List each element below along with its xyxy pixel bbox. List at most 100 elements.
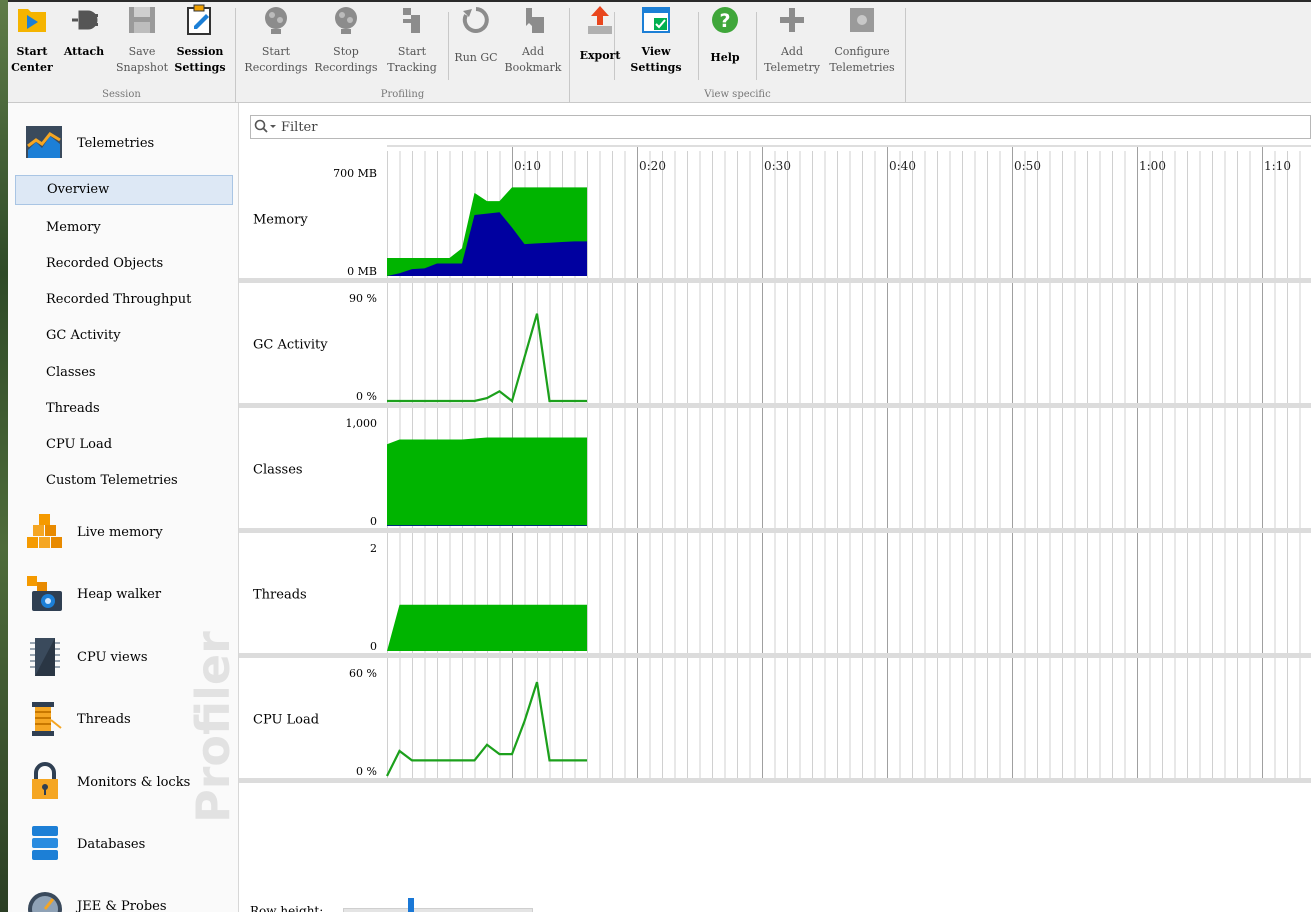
- time-tick-label: 0:10: [514, 159, 541, 173]
- area-series-secondary: [387, 525, 587, 526]
- sidebar-section-label: Monitors & locks: [77, 774, 191, 790]
- attach-label: Attach: [63, 45, 105, 58]
- sidebar-item-recorded-objects[interactable]: Recorded Objects: [15, 249, 233, 279]
- start-tracking-icon: [395, 4, 429, 36]
- group-label-session: Session: [102, 89, 141, 100]
- stop-recordings-label: Stop Recordings: [314, 45, 378, 74]
- session-settings-button[interactable]: Session Settings: [174, 4, 226, 84]
- row-ymax-label: 1,000: [346, 417, 378, 430]
- toolbar-separator: [698, 12, 699, 80]
- attach-button[interactable]: Attach: [60, 4, 108, 84]
- start-center-button[interactable]: Start Center: [8, 4, 56, 84]
- save-disk-icon: [125, 4, 159, 36]
- view-settings-label: View Settings: [630, 45, 682, 74]
- row-ymax-label: 700 MB: [333, 167, 377, 180]
- sidebar-section-label: Telemetries: [77, 135, 155, 151]
- database-icon: [32, 826, 58, 860]
- sidebar-section-jee-probes[interactable]: JEE & Probes: [8, 880, 238, 912]
- time-tick-label: 1:10: [1264, 159, 1291, 173]
- sidebar-item-memory[interactable]: Memory: [15, 213, 233, 243]
- product-watermark: Profiler: [186, 631, 239, 823]
- navigation-sidebar: Telemetries Overview Memory Recorded Obj…: [8, 103, 239, 912]
- search-icon: [254, 119, 276, 133]
- sidebar-section-telemetries[interactable]: Telemetries: [8, 117, 238, 169]
- profiler-window: Session Profiling View specific Start Ce…: [0, 0, 1311, 912]
- sidebar-item-custom-telemetries[interactable]: Custom Telemetries: [15, 466, 233, 496]
- view-settings-button[interactable]: View Settings: [630, 4, 682, 84]
- configure-telemetries-button[interactable]: Configure Telemetries: [826, 4, 898, 84]
- row-height-label: Row height:: [250, 904, 324, 912]
- add-bookmark-icon: [516, 4, 550, 36]
- row-height-slider-thumb[interactable]: [408, 898, 415, 912]
- start-center-label: Start Center: [11, 45, 53, 74]
- gauge-icon: [28, 892, 62, 912]
- row-separator: [239, 653, 1311, 658]
- live-memory-cubes-icon: [27, 514, 62, 548]
- save-snapshot-label: Save Snapshot: [116, 45, 168, 74]
- sidebar-item-recorded-throughput[interactable]: Recorded Throughput: [15, 285, 233, 315]
- run-gc-button[interactable]: Run GC: [454, 4, 498, 84]
- stop-recordings-button[interactable]: Stop Recordings: [314, 4, 378, 84]
- start-tracking-button[interactable]: Start Tracking: [383, 4, 441, 84]
- row-ymax-label: 90 %: [349, 292, 377, 305]
- heap-walker-camera-icon: [27, 576, 62, 611]
- row-ymin-label: 0 %: [356, 765, 377, 778]
- sidebar-section-label: CPU views: [77, 649, 148, 665]
- add-telemetry-button[interactable]: Add Telemetry: [762, 4, 822, 84]
- help-label: Help: [710, 51, 740, 64]
- main-toolbar: Session Profiling View specific Start Ce…: [8, 2, 1311, 103]
- threads-spool-icon: [32, 702, 62, 736]
- sidebar-item-overview[interactable]: Overview: [15, 175, 233, 205]
- add-bookmark-button[interactable]: Add Bookmark: [504, 4, 562, 84]
- row-label: Classes: [253, 463, 303, 478]
- sidebar-section-label: Heap walker: [77, 586, 162, 602]
- toolbar-separator: [448, 12, 449, 80]
- sidebar-item-classes[interactable]: Classes: [15, 358, 233, 388]
- row-separator: [239, 403, 1311, 408]
- configure-icon: [845, 4, 879, 36]
- cpu-chip-icon: [30, 638, 60, 676]
- run-gc-label: Run GC: [454, 51, 498, 64]
- row-label: Memory: [253, 213, 308, 228]
- sidebar-section-databases[interactable]: Databases: [8, 818, 238, 870]
- session-settings-label: Session Settings: [174, 45, 226, 74]
- filter-field[interactable]: Filter: [250, 115, 1311, 139]
- start-recordings-button[interactable]: Start Recordings: [244, 4, 308, 84]
- row-label: GC Activity: [253, 338, 328, 353]
- add-bookmark-label: Add Bookmark: [504, 45, 562, 74]
- time-tick-label: 0:20: [639, 159, 666, 173]
- export-button[interactable]: Export: [576, 4, 624, 84]
- toolbar-separator: [905, 8, 906, 102]
- desktop-edge: [0, 0, 8, 912]
- start-recordings-label: Start Recordings: [244, 45, 308, 74]
- add-plus-icon: [775, 4, 809, 36]
- sidebar-item-cpu-load[interactable]: CPU Load: [15, 430, 233, 460]
- sidebar-section-label: Threads: [77, 711, 131, 727]
- telemetry-overview-panel: Filter 0:10 0:20 0:30 0:40 0:50 1:00 1:10 Memor…: [239, 103, 1311, 912]
- area-series-primary: [387, 437, 587, 526]
- row-ymin-label: 0 %: [356, 390, 377, 403]
- svg-text:?: ?: [719, 10, 730, 32]
- save-snapshot-button[interactable]: Save Snapshot: [116, 4, 168, 84]
- sidebar-section-label: Databases: [77, 836, 146, 852]
- sidebar-section-label: Live memory: [77, 524, 163, 540]
- help-button[interactable]: ? Help: [703, 4, 747, 84]
- export-icon: [583, 4, 617, 36]
- row-label: CPU Load: [253, 713, 319, 728]
- start-center-icon: [15, 4, 49, 36]
- add-telemetry-label: Add Telemetry: [764, 45, 820, 74]
- sidebar-item-gc-activity[interactable]: GC Activity: [15, 321, 233, 351]
- row-height-slider[interactable]: [343, 908, 533, 912]
- row-ymax-label: 60 %: [349, 667, 377, 680]
- sidebar-item-threads[interactable]: Threads: [15, 394, 233, 424]
- stop-recordings-icon: [329, 4, 363, 36]
- view-settings-icon: [639, 4, 673, 36]
- row-ymin-label: 0: [370, 515, 377, 528]
- sidebar-section-heap-walker[interactable]: Heap walker: [8, 568, 238, 620]
- row-ymin-label: 0 MB: [347, 265, 377, 278]
- run-gc-icon: [459, 4, 493, 36]
- help-icon: ?: [708, 4, 742, 36]
- sidebar-section-live-memory[interactable]: Live memory: [8, 506, 238, 558]
- attach-plug-icon: [67, 4, 101, 36]
- telemetry-timeline-chart[interactable]: 0:10 0:20 0:30 0:40 0:50 1:00 1:10 Memory 700 MB…: [239, 145, 1311, 805]
